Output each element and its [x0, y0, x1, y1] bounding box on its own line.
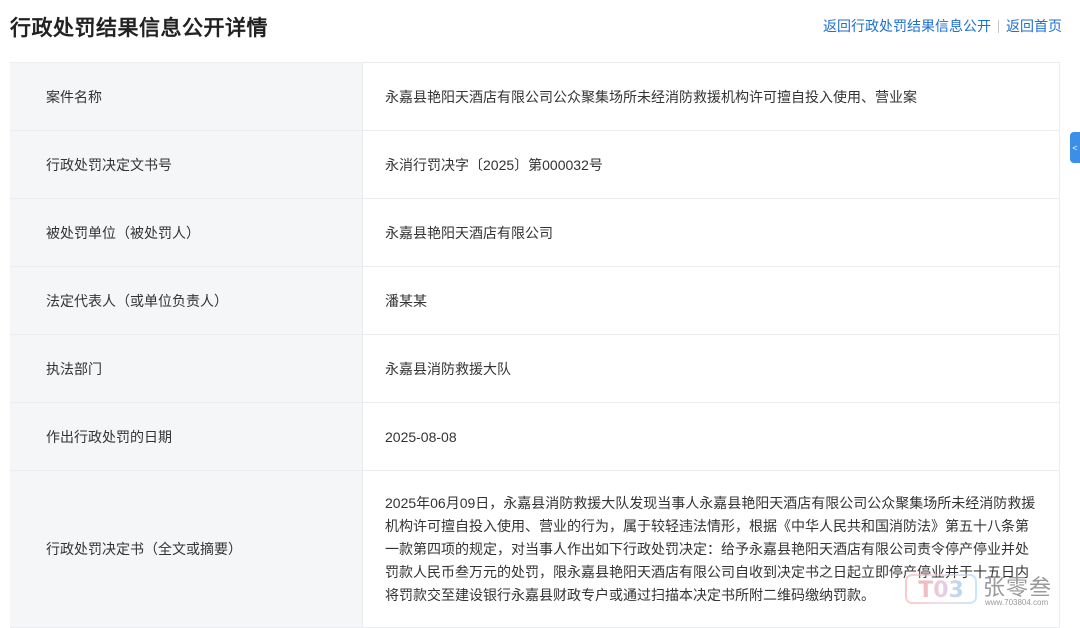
row-value-legal-representative: 潘某某: [362, 266, 1060, 335]
row-label-penalty-date: 作出行政处罚的日期: [10, 402, 363, 471]
back-home-link[interactable]: 返回首页: [1006, 16, 1062, 36]
page-header: 行政处罚结果信息公开详情 返回行政处罚结果信息公开 返回首页: [0, 0, 1080, 52]
row-value-penalty-date: 2025-08-08: [362, 402, 1060, 471]
row-label-case-name: 案件名称: [10, 62, 363, 131]
detail-table: 案件名称 永嘉县艳阳天酒店有限公司公众聚集场所未经消防救援机构许可擅自投入使用、…: [10, 62, 1060, 628]
table-row: 作出行政处罚的日期 2025-08-08: [10, 402, 1060, 471]
row-value-document-number: 永消行罚决字〔2025〕第000032号: [362, 130, 1060, 199]
back-to-list-link[interactable]: 返回行政处罚结果信息公开: [823, 16, 991, 36]
side-float-tab[interactable]: <: [1070, 132, 1080, 163]
row-value-penalized-party: 永嘉县艳阳天酒店有限公司: [362, 198, 1060, 267]
watermark: T03 张零叁 www.703804.com: [905, 570, 1073, 610]
page-title: 行政处罚结果信息公开详情: [10, 17, 268, 40]
header-links: 返回行政处罚结果信息公开 返回首页: [823, 16, 1062, 36]
row-label-decision-text: 行政处罚决定书（全文或摘要）: [10, 470, 363, 628]
watermark-logo-text: T03: [918, 578, 964, 603]
table-row: 行政处罚决定文书号 永消行罚决字〔2025〕第000032号: [10, 130, 1060, 199]
table-row: 案件名称 永嘉县艳阳天酒店有限公司公众聚集场所未经消防救援机构许可擅自投入使用、…: [10, 62, 1060, 131]
table-row: 行政处罚决定书（全文或摘要） 2025年06月09日，永嘉县消防救援大队发现当事…: [10, 470, 1060, 628]
table-row: 执法部门 永嘉县消防救援大队: [10, 334, 1060, 403]
table-row: 法定代表人（或单位负责人） 潘某某: [10, 266, 1060, 335]
row-label-legal-representative: 法定代表人（或单位负责人）: [10, 266, 363, 335]
link-divider: [998, 19, 999, 33]
chevron-left-icon: <: [1072, 142, 1078, 153]
row-label-penalized-party: 被处罚单位（被处罚人）: [10, 198, 363, 267]
row-value-enforcement-department: 永嘉县消防救援大队: [362, 334, 1060, 403]
row-label-document-number: 行政处罚决定文书号: [10, 130, 363, 199]
row-label-enforcement-department: 执法部门: [10, 334, 363, 403]
watermark-url: www.703804.com: [985, 598, 1049, 607]
watermark-logo: T03: [905, 574, 977, 604]
table-row: 被处罚单位（被处罚人） 永嘉县艳阳天酒店有限公司: [10, 198, 1060, 267]
row-value-case-name: 永嘉县艳阳天酒店有限公司公众聚集场所未经消防救援机构许可擅自投入使用、营业案: [362, 62, 1060, 131]
